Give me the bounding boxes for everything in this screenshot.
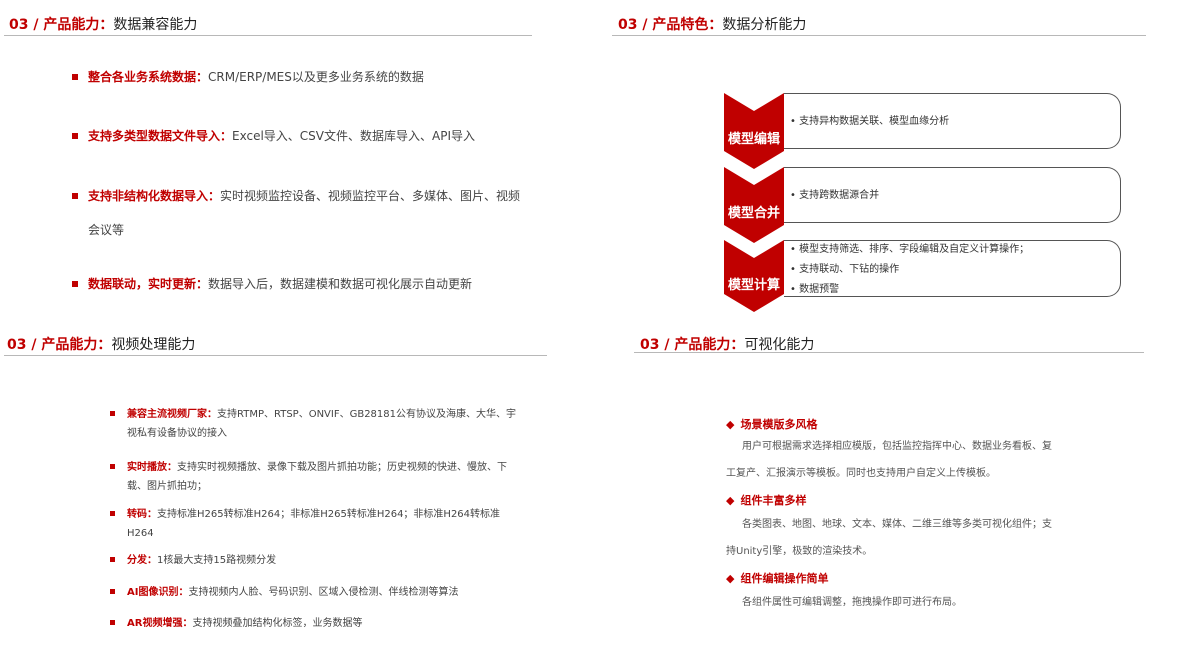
list-item: 转码：支持标准H265转标准H264；非标准H265转标准H264；非标准H26… <box>110 505 520 543</box>
bullet-square-icon <box>110 589 115 594</box>
step-label: 模型合并 <box>727 206 780 221</box>
item-key: 实时播放： <box>127 462 177 473</box>
step-line: • 支持异构数据关联、模型血缘分析 <box>790 116 950 127</box>
list-item: 实时播放：支持实时视频播放、录像下载及图片抓拍功能；历史视频的快进、慢放、下载、… <box>110 458 520 496</box>
step-line: • 支持联动、下钻的操作 <box>790 264 900 275</box>
item-key: 支持多类型数据文件导入： <box>88 129 233 143</box>
title-prefix: 03 / 产品能力： <box>640 337 745 353</box>
title-prefix: 03 / 产品特色： <box>618 17 723 33</box>
step-line: • 数据预警 <box>790 284 840 295</box>
step-box: • 模型支持筛选、排序、字段编辑及自定义计算操作； • 支持联动、下钻的操作 •… <box>784 240 1121 297</box>
title-prefix: 03 / 产品能力： <box>7 337 112 353</box>
item-key: AI图像识别： <box>127 587 189 598</box>
heading-text: 组件编辑操作简单 <box>740 572 829 585</box>
panel-title-data-compat: 03 / 产品能力：数据兼容能力 <box>9 14 197 34</box>
step-label: 模型编辑 <box>727 132 780 147</box>
item-text: 数据导入后，数据建模和数据可视化展示自动更新 <box>208 277 473 291</box>
step-line: • 模型支持筛选、排序、字段编辑及自定义计算操作； <box>790 244 1030 255</box>
bullet-square-icon <box>72 192 78 199</box>
bullet-square-icon <box>110 557 115 562</box>
title-rule <box>612 35 1146 36</box>
bullet-square-icon <box>72 280 78 287</box>
list-item: AR视频增强：支持视频叠加结构化标签，业务数据等 <box>110 614 520 633</box>
panel-title-video: 03 / 产品能力：视频处理能力 <box>7 334 195 354</box>
list-item: AI图像识别：支持视频内人脸、号码识别、区域入侵检测、伴线检测等算法 <box>110 583 520 602</box>
panel-title-data-analysis: 03 / 产品特色：数据分析能力 <box>618 14 806 34</box>
step-label: 模型计算 <box>727 278 780 293</box>
diamond-icon: ◆ <box>726 494 735 507</box>
step-box: • 支持异构数据关联、模型血缘分析 <box>784 93 1121 149</box>
item-text: 支持标准H265转标准H264；非标准H265转标准H264；非标准H264转标… <box>127 509 501 539</box>
title-rule <box>4 35 532 36</box>
item-key: 数据联动，实时更新： <box>88 277 209 291</box>
title-main: 视频处理能力 <box>111 337 196 353</box>
heading-text: 场景模版多风格 <box>740 418 818 431</box>
item-text: CRM/ERP/MES以及更多业务系统的数据 <box>208 70 424 84</box>
bullet-square-icon <box>72 73 78 80</box>
list-item: 整合各业务系统数据：CRM/ERP/MES以及更多业务系统的数据 <box>72 60 522 94</box>
item-text: 支持视频叠加结构化标签，业务数据等 <box>192 618 363 629</box>
title-main: 数据分析能力 <box>722 17 807 33</box>
section-body: 用户可根据需求选择相应模版，包括监控指挥中心、数据业务看板、复工复产、汇报演示等… <box>726 441 1052 479</box>
diamond-icon: ◆ <box>726 572 735 585</box>
title-main: 可视化能力 <box>744 337 815 353</box>
bullet-square-icon <box>110 620 115 625</box>
section-body: 各类图表、地图、地球、文本、媒体、二维三维等多类可视化组件；支持Unity引擎，… <box>726 519 1052 557</box>
item-key: AR视频增强： <box>127 618 193 629</box>
list-item: 支持非结构化数据导入：实时视频监控设备、视频监控平台、多媒体、图片、视频会议等 <box>72 179 522 247</box>
item-key: 整合各业务系统数据： <box>88 70 209 84</box>
heading-text: 组件丰富多样 <box>740 494 807 507</box>
item-text: 支持视频内人脸、号码识别、区域入侵检测、伴线检测等算法 <box>188 587 459 598</box>
title-rule <box>4 355 547 356</box>
step-line: • 支持跨数据源合并 <box>790 190 880 201</box>
bullet-square-icon <box>110 411 115 416</box>
list-item: 支持多类型数据文件导入：Excel导入、CSV文件、数据库导入、API导入 <box>72 119 522 153</box>
title-rule <box>634 352 1144 353</box>
item-text: 1核最大支持15路视频分发 <box>157 555 277 566</box>
panel-title-visual: 03 / 产品能力：可视化能力 <box>640 334 814 354</box>
title-main: 数据兼容能力 <box>113 17 198 33</box>
title-prefix: 03 / 产品能力： <box>9 17 114 33</box>
section-heading: ◆ 场景模版多风格 <box>726 416 817 432</box>
bullet-square-icon <box>72 132 78 139</box>
diamond-icon: ◆ <box>726 418 735 431</box>
item-key: 转码： <box>127 509 157 520</box>
bullet-square-icon <box>110 511 115 516</box>
list-item: 数据联动，实时更新：数据导入后，数据建模和数据可视化展示自动更新 <box>72 267 522 301</box>
item-key: 支持非结构化数据导入： <box>88 189 221 203</box>
list-item: 分发：1核最大支持15路视频分发 <box>110 551 520 570</box>
bullet-square-icon <box>110 464 115 469</box>
item-text: 支持实时视频播放、录像下载及图片抓拍功能；历史视频的快进、慢放、下载、图片抓拍功… <box>127 462 507 492</box>
list-item: 兼容主流视频厂家：支持RTMP、RTSP、ONVIF、GB28181公有协议及海… <box>110 405 520 443</box>
section-heading: ◆ 组件丰富多样 <box>726 492 806 508</box>
item-text: Excel导入、CSV文件、数据库导入、API导入 <box>232 129 475 143</box>
item-key: 兼容主流视频厂家： <box>127 409 217 420</box>
step-box: • 支持跨数据源合并 <box>784 167 1121 223</box>
section-heading: ◆ 组件编辑操作简单 <box>726 570 828 586</box>
item-key: 分发： <box>127 555 157 566</box>
section-body: 各组件属性可编辑调整，拖拽操作即可进行布局。 <box>742 597 962 608</box>
